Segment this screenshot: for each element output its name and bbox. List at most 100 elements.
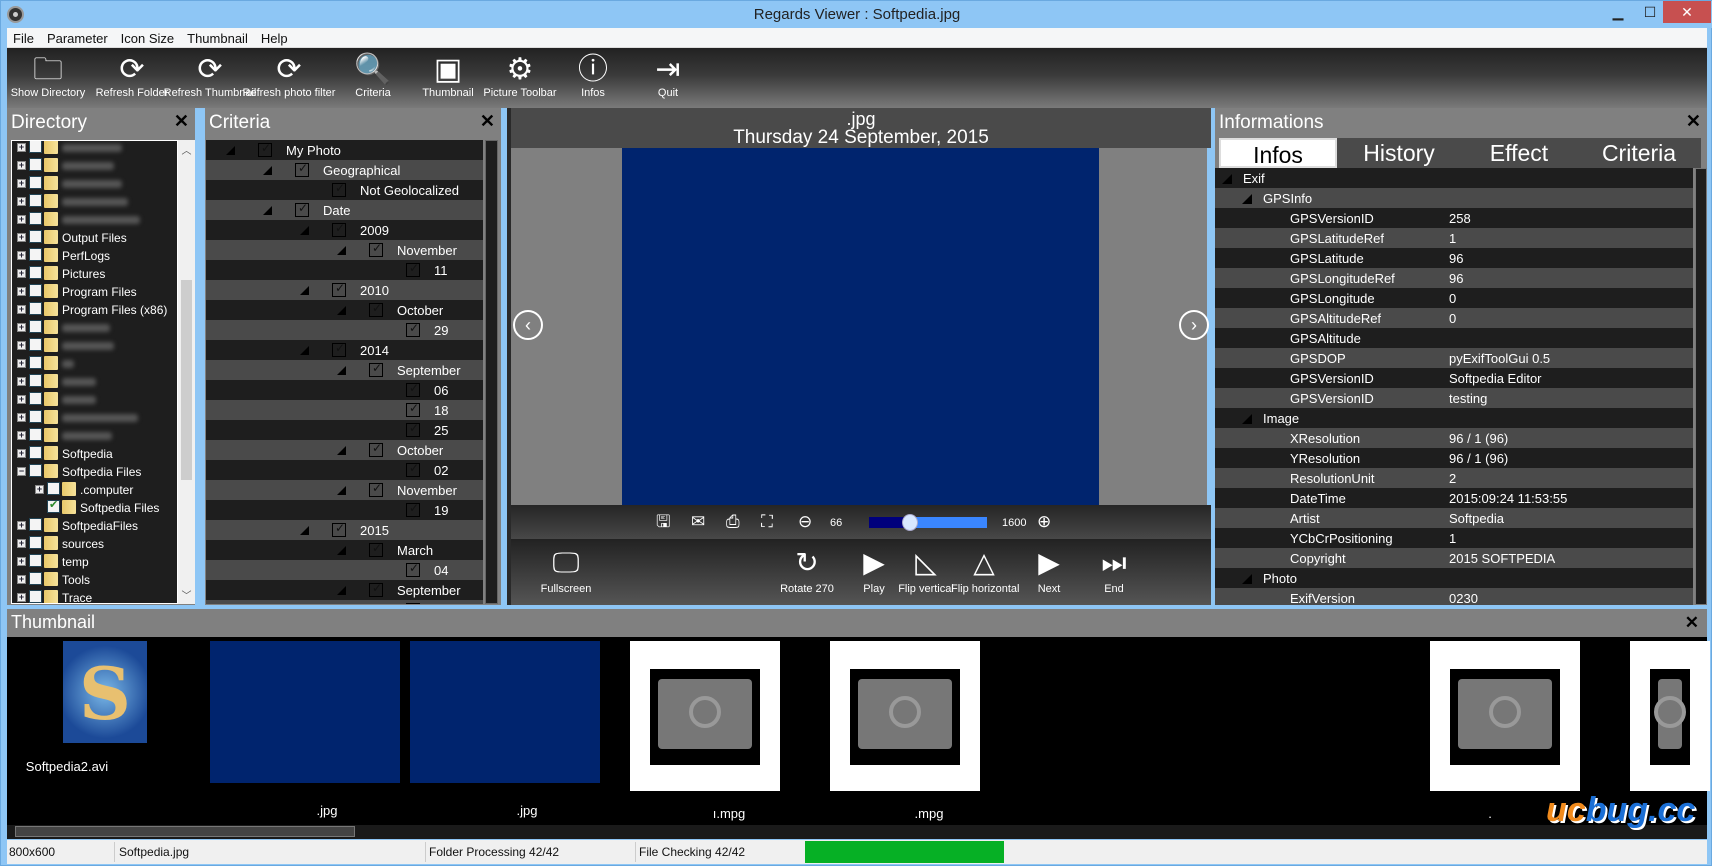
expand-triangle-icon[interactable] <box>337 486 346 495</box>
scroll-thumb[interactable] <box>15 826 355 837</box>
criteria-item[interactable]: 11 <box>206 260 483 280</box>
criteria-item[interactable]: 2010 <box>206 280 483 300</box>
checkbox[interactable] <box>406 381 420 397</box>
criteria-item[interactable]: 19 <box>206 500 483 520</box>
toolbar-refresh-folder-button[interactable]: ⟳ Refresh Folder <box>91 50 173 108</box>
info-scrollbar[interactable] <box>1695 168 1707 605</box>
minimize-button[interactable]: ▁ <box>1601 1 1635 23</box>
criteria-item[interactable]: October <box>206 440 483 460</box>
expand-icon[interactable]: + <box>17 251 26 260</box>
expand-icon[interactable]: + <box>17 179 26 188</box>
thumbnail-image[interactable] <box>1430 641 1580 791</box>
expand-icon[interactable]: + <box>17 287 26 296</box>
scroll-thumb[interactable] <box>181 280 192 480</box>
directory-item[interactable]: + <box>12 391 177 409</box>
checkbox[interactable] <box>29 158 42 171</box>
criteria-item[interactable]: November <box>206 240 483 260</box>
email-icon[interactable]: ✉ <box>691 513 705 531</box>
tool-next-button[interactable]: ▶ Next <box>1016 543 1082 595</box>
fit-screen-icon[interactable]: ⛶ <box>761 513 773 531</box>
exif-group[interactable]: Photo <box>1215 568 1693 588</box>
directory-item[interactable]: Softpedia Files <box>12 498 177 517</box>
toolbar-criteria-button[interactable]: 🔍 Criteria <box>337 50 409 108</box>
previous-picture-button[interactable]: ‹ <box>513 310 543 340</box>
checkbox[interactable] <box>332 221 346 237</box>
criteria-item[interactable]: November <box>206 480 483 500</box>
checkbox[interactable] <box>406 261 420 277</box>
checkbox[interactable] <box>29 230 42 243</box>
checkbox[interactable] <box>29 428 42 441</box>
checkbox[interactable] <box>29 590 42 603</box>
toolbar-infos-button[interactable]: ⓘ Infos <box>567 50 619 108</box>
checkbox[interactable] <box>47 482 60 495</box>
expand-icon[interactable]: + <box>17 305 26 314</box>
expand-icon[interactable]: + <box>17 413 26 422</box>
checkbox[interactable] <box>29 554 42 567</box>
checkbox[interactable] <box>406 401 420 417</box>
checkbox[interactable] <box>29 302 42 315</box>
thumbnail-scrollbar[interactable] <box>7 825 1707 839</box>
thumbnail-image[interactable] <box>1630 641 1710 791</box>
expand-triangle-icon[interactable] <box>337 366 346 375</box>
thumbnail-image[interactable] <box>410 641 600 783</box>
expand-icon[interactable]: + <box>17 395 26 404</box>
tool-rotate-270-button[interactable]: ↻ Rotate 270 <box>774 543 840 595</box>
directory-item[interactable]: + <box>12 355 177 373</box>
checkbox[interactable] <box>406 601 420 604</box>
thumbnail-image[interactable]: S <box>63 641 147 743</box>
menu-help[interactable]: Help <box>255 28 295 47</box>
expand-icon[interactable]: + <box>17 557 26 566</box>
tool-end-button[interactable]: ⏭ End <box>1081 543 1147 595</box>
zoom-slider[interactable] <box>869 514 987 531</box>
checkbox[interactable] <box>29 338 42 351</box>
expand-icon[interactable]: + <box>17 269 26 278</box>
checkbox[interactable] <box>406 561 420 577</box>
criteria-item[interactable]: 04 <box>206 560 483 580</box>
checkbox[interactable] <box>29 141 42 153</box>
expand-triangle-icon[interactable] <box>337 586 346 595</box>
expand-icon[interactable]: + <box>17 143 26 152</box>
checkbox[interactable] <box>258 141 272 157</box>
menu-parameter[interactable]: Parameter <box>41 28 115 47</box>
zoom-slider-knob[interactable] <box>902 514 919 531</box>
checkbox[interactable] <box>47 498 60 513</box>
checkbox[interactable] <box>295 201 309 217</box>
checkbox[interactable] <box>332 341 346 357</box>
expand-triangle-icon[interactable] <box>337 306 346 315</box>
directory-item[interactable]: + Pictures <box>12 265 177 283</box>
criteria-item[interactable]: 2015 <box>206 520 483 540</box>
scroll-up-icon[interactable]: ︿ <box>178 142 195 157</box>
zoom-out-icon[interactable]: ⊖ <box>798 513 812 531</box>
directory-item[interactable]: + Trace <box>12 589 177 603</box>
toolbar-show-directory-button[interactable]: 🗀 Show Directory <box>7 50 89 108</box>
directory-item[interactable]: + <box>12 157 177 175</box>
next-picture-button[interactable]: › <box>1179 310 1209 340</box>
checkbox[interactable] <box>29 266 42 279</box>
close-directory-icon[interactable]: ✕ <box>174 111 189 132</box>
thumbnail-image[interactable] <box>630 641 780 791</box>
checkbox[interactable] <box>29 212 42 225</box>
checkbox[interactable] <box>369 361 383 377</box>
checkbox[interactable] <box>295 161 309 177</box>
criteria-item[interactable]: 2009 <box>206 220 483 240</box>
expand-triangle-icon[interactable] <box>1242 414 1252 424</box>
criteria-item[interactable]: My Photo <box>206 140 483 160</box>
expand-triangle-icon[interactable] <box>337 546 346 555</box>
checkbox[interactable] <box>29 194 42 207</box>
directory-item[interactable]: + Program Files <box>12 283 177 301</box>
checkbox[interactable] <box>29 446 42 459</box>
checkbox[interactable] <box>369 581 383 597</box>
expand-triangle-icon[interactable] <box>263 206 272 215</box>
expand-icon[interactable]: + <box>17 593 26 602</box>
directory-item[interactable]: + Output Files <box>12 229 177 247</box>
directory-item[interactable]: + PerfLogs <box>12 247 177 265</box>
criteria-item[interactable]: March <box>206 540 483 560</box>
checkbox[interactable] <box>29 320 42 333</box>
criteria-item[interactable]: 29 <box>206 320 483 340</box>
expand-triangle-icon[interactable] <box>1242 194 1252 204</box>
checkbox[interactable] <box>406 421 420 437</box>
directory-item[interactable]: + temp <box>12 553 177 571</box>
expand-icon[interactable]: + <box>17 377 26 386</box>
criteria-scrollbar[interactable] <box>485 140 498 604</box>
close-informations-icon[interactable]: ✕ <box>1686 111 1701 132</box>
